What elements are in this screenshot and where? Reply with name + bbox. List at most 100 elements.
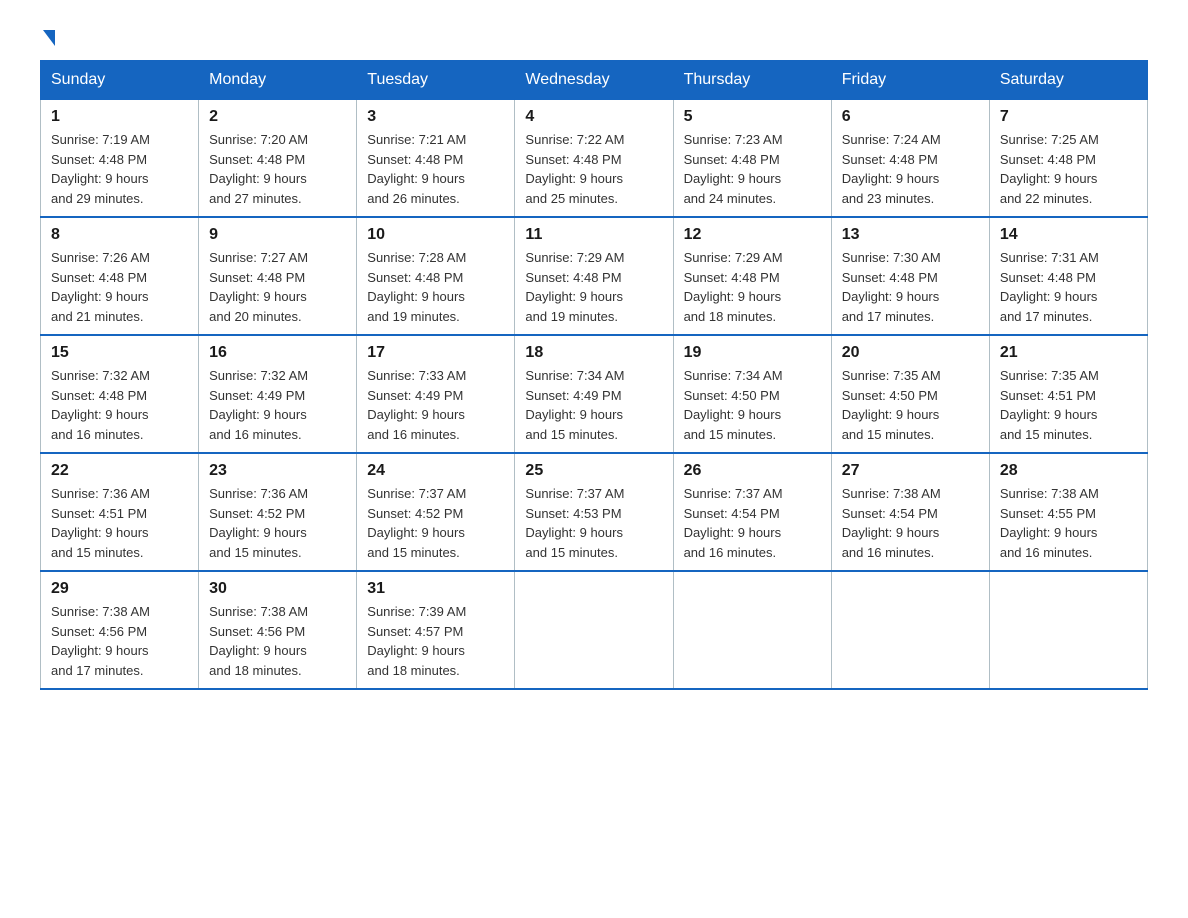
calendar-cell: 19 Sunrise: 7:34 AMSunset: 4:50 PMDaylig… <box>673 335 831 453</box>
calendar-cell: 2 Sunrise: 7:20 AMSunset: 4:48 PMDayligh… <box>199 100 357 218</box>
calendar-cell: 29 Sunrise: 7:38 AMSunset: 4:56 PMDaylig… <box>41 571 199 689</box>
day-info: Sunrise: 7:38 AMSunset: 4:56 PMDaylight:… <box>209 602 346 680</box>
calendar-cell <box>989 571 1147 689</box>
day-number: 17 <box>367 344 504 362</box>
calendar-cell: 12 Sunrise: 7:29 AMSunset: 4:48 PMDaylig… <box>673 217 831 335</box>
day-number: 24 <box>367 462 504 480</box>
calendar-week-row: 29 Sunrise: 7:38 AMSunset: 4:56 PMDaylig… <box>41 571 1148 689</box>
weekday-header-sunday: Sunday <box>41 61 199 100</box>
day-number: 4 <box>525 108 662 126</box>
day-number: 28 <box>1000 462 1137 480</box>
day-info: Sunrise: 7:35 AMSunset: 4:51 PMDaylight:… <box>1000 366 1137 444</box>
logo-line1 <box>40 30 55 44</box>
calendar-cell: 3 Sunrise: 7:21 AMSunset: 4:48 PMDayligh… <box>357 100 515 218</box>
calendar-cell: 6 Sunrise: 7:24 AMSunset: 4:48 PMDayligh… <box>831 100 989 218</box>
day-number: 27 <box>842 462 979 480</box>
day-info: Sunrise: 7:32 AMSunset: 4:48 PMDaylight:… <box>51 366 188 444</box>
calendar-cell: 22 Sunrise: 7:36 AMSunset: 4:51 PMDaylig… <box>41 453 199 571</box>
calendar-cell <box>515 571 673 689</box>
calendar-cell: 7 Sunrise: 7:25 AMSunset: 4:48 PMDayligh… <box>989 100 1147 218</box>
calendar-cell: 27 Sunrise: 7:38 AMSunset: 4:54 PMDaylig… <box>831 453 989 571</box>
day-number: 1 <box>51 108 188 126</box>
day-info: Sunrise: 7:37 AMSunset: 4:53 PMDaylight:… <box>525 484 662 562</box>
calendar-cell: 21 Sunrise: 7:35 AMSunset: 4:51 PMDaylig… <box>989 335 1147 453</box>
weekday-header-thursday: Thursday <box>673 61 831 100</box>
calendar-cell: 28 Sunrise: 7:38 AMSunset: 4:55 PMDaylig… <box>989 453 1147 571</box>
calendar-week-row: 8 Sunrise: 7:26 AMSunset: 4:48 PMDayligh… <box>41 217 1148 335</box>
day-info: Sunrise: 7:19 AMSunset: 4:48 PMDaylight:… <box>51 130 188 208</box>
day-info: Sunrise: 7:23 AMSunset: 4:48 PMDaylight:… <box>684 130 821 208</box>
day-info: Sunrise: 7:36 AMSunset: 4:52 PMDaylight:… <box>209 484 346 562</box>
day-info: Sunrise: 7:33 AMSunset: 4:49 PMDaylight:… <box>367 366 504 444</box>
calendar-table: SundayMondayTuesdayWednesdayThursdayFrid… <box>40 60 1148 690</box>
day-info: Sunrise: 7:37 AMSunset: 4:54 PMDaylight:… <box>684 484 821 562</box>
calendar-week-row: 22 Sunrise: 7:36 AMSunset: 4:51 PMDaylig… <box>41 453 1148 571</box>
day-info: Sunrise: 7:24 AMSunset: 4:48 PMDaylight:… <box>842 130 979 208</box>
calendar-week-row: 15 Sunrise: 7:32 AMSunset: 4:48 PMDaylig… <box>41 335 1148 453</box>
calendar-cell: 1 Sunrise: 7:19 AMSunset: 4:48 PMDayligh… <box>41 100 199 218</box>
calendar-cell: 31 Sunrise: 7:39 AMSunset: 4:57 PMDaylig… <box>357 571 515 689</box>
calendar-cell: 9 Sunrise: 7:27 AMSunset: 4:48 PMDayligh… <box>199 217 357 335</box>
calendar-cell: 14 Sunrise: 7:31 AMSunset: 4:48 PMDaylig… <box>989 217 1147 335</box>
logo-triangle-icon <box>43 30 55 46</box>
day-info: Sunrise: 7:39 AMSunset: 4:57 PMDaylight:… <box>367 602 504 680</box>
day-number: 22 <box>51 462 188 480</box>
day-number: 7 <box>1000 108 1137 126</box>
calendar-cell: 15 Sunrise: 7:32 AMSunset: 4:48 PMDaylig… <box>41 335 199 453</box>
day-number: 15 <box>51 344 188 362</box>
day-number: 12 <box>684 226 821 244</box>
calendar-cell: 25 Sunrise: 7:37 AMSunset: 4:53 PMDaylig… <box>515 453 673 571</box>
weekday-header-friday: Friday <box>831 61 989 100</box>
day-info: Sunrise: 7:21 AMSunset: 4:48 PMDaylight:… <box>367 130 504 208</box>
weekday-header-wednesday: Wednesday <box>515 61 673 100</box>
calendar-cell <box>673 571 831 689</box>
day-number: 23 <box>209 462 346 480</box>
day-info: Sunrise: 7:29 AMSunset: 4:48 PMDaylight:… <box>684 248 821 326</box>
calendar-cell: 16 Sunrise: 7:32 AMSunset: 4:49 PMDaylig… <box>199 335 357 453</box>
day-number: 25 <box>525 462 662 480</box>
weekday-header-tuesday: Tuesday <box>357 61 515 100</box>
day-info: Sunrise: 7:36 AMSunset: 4:51 PMDaylight:… <box>51 484 188 562</box>
day-number: 9 <box>209 226 346 244</box>
calendar-week-row: 1 Sunrise: 7:19 AMSunset: 4:48 PMDayligh… <box>41 100 1148 218</box>
day-info: Sunrise: 7:38 AMSunset: 4:55 PMDaylight:… <box>1000 484 1137 562</box>
calendar-cell: 18 Sunrise: 7:34 AMSunset: 4:49 PMDaylig… <box>515 335 673 453</box>
weekday-header-saturday: Saturday <box>989 61 1147 100</box>
day-number: 18 <box>525 344 662 362</box>
calendar-cell: 24 Sunrise: 7:37 AMSunset: 4:52 PMDaylig… <box>357 453 515 571</box>
day-info: Sunrise: 7:38 AMSunset: 4:56 PMDaylight:… <box>51 602 188 680</box>
day-number: 14 <box>1000 226 1137 244</box>
day-number: 21 <box>1000 344 1137 362</box>
day-info: Sunrise: 7:29 AMSunset: 4:48 PMDaylight:… <box>525 248 662 326</box>
calendar-cell <box>831 571 989 689</box>
calendar-cell: 13 Sunrise: 7:30 AMSunset: 4:48 PMDaylig… <box>831 217 989 335</box>
calendar-cell: 20 Sunrise: 7:35 AMSunset: 4:50 PMDaylig… <box>831 335 989 453</box>
day-number: 20 <box>842 344 979 362</box>
day-info: Sunrise: 7:32 AMSunset: 4:49 PMDaylight:… <box>209 366 346 444</box>
day-info: Sunrise: 7:28 AMSunset: 4:48 PMDaylight:… <box>367 248 504 326</box>
day-number: 11 <box>525 226 662 244</box>
day-number: 19 <box>684 344 821 362</box>
day-number: 30 <box>209 580 346 598</box>
day-info: Sunrise: 7:26 AMSunset: 4:48 PMDaylight:… <box>51 248 188 326</box>
calendar-cell: 23 Sunrise: 7:36 AMSunset: 4:52 PMDaylig… <box>199 453 357 571</box>
day-number: 26 <box>684 462 821 480</box>
day-number: 6 <box>842 108 979 126</box>
day-number: 2 <box>209 108 346 126</box>
day-info: Sunrise: 7:22 AMSunset: 4:48 PMDaylight:… <box>525 130 662 208</box>
day-number: 13 <box>842 226 979 244</box>
calendar-cell: 11 Sunrise: 7:29 AMSunset: 4:48 PMDaylig… <box>515 217 673 335</box>
day-info: Sunrise: 7:34 AMSunset: 4:50 PMDaylight:… <box>684 366 821 444</box>
day-number: 5 <box>684 108 821 126</box>
calendar-cell: 10 Sunrise: 7:28 AMSunset: 4:48 PMDaylig… <box>357 217 515 335</box>
day-info: Sunrise: 7:35 AMSunset: 4:50 PMDaylight:… <box>842 366 979 444</box>
weekday-header-row: SundayMondayTuesdayWednesdayThursdayFrid… <box>41 61 1148 100</box>
day-number: 16 <box>209 344 346 362</box>
day-info: Sunrise: 7:38 AMSunset: 4:54 PMDaylight:… <box>842 484 979 562</box>
calendar-cell: 26 Sunrise: 7:37 AMSunset: 4:54 PMDaylig… <box>673 453 831 571</box>
calendar-cell: 5 Sunrise: 7:23 AMSunset: 4:48 PMDayligh… <box>673 100 831 218</box>
day-info: Sunrise: 7:30 AMSunset: 4:48 PMDaylight:… <box>842 248 979 326</box>
weekday-header-monday: Monday <box>199 61 357 100</box>
day-number: 10 <box>367 226 504 244</box>
day-info: Sunrise: 7:27 AMSunset: 4:48 PMDaylight:… <box>209 248 346 326</box>
